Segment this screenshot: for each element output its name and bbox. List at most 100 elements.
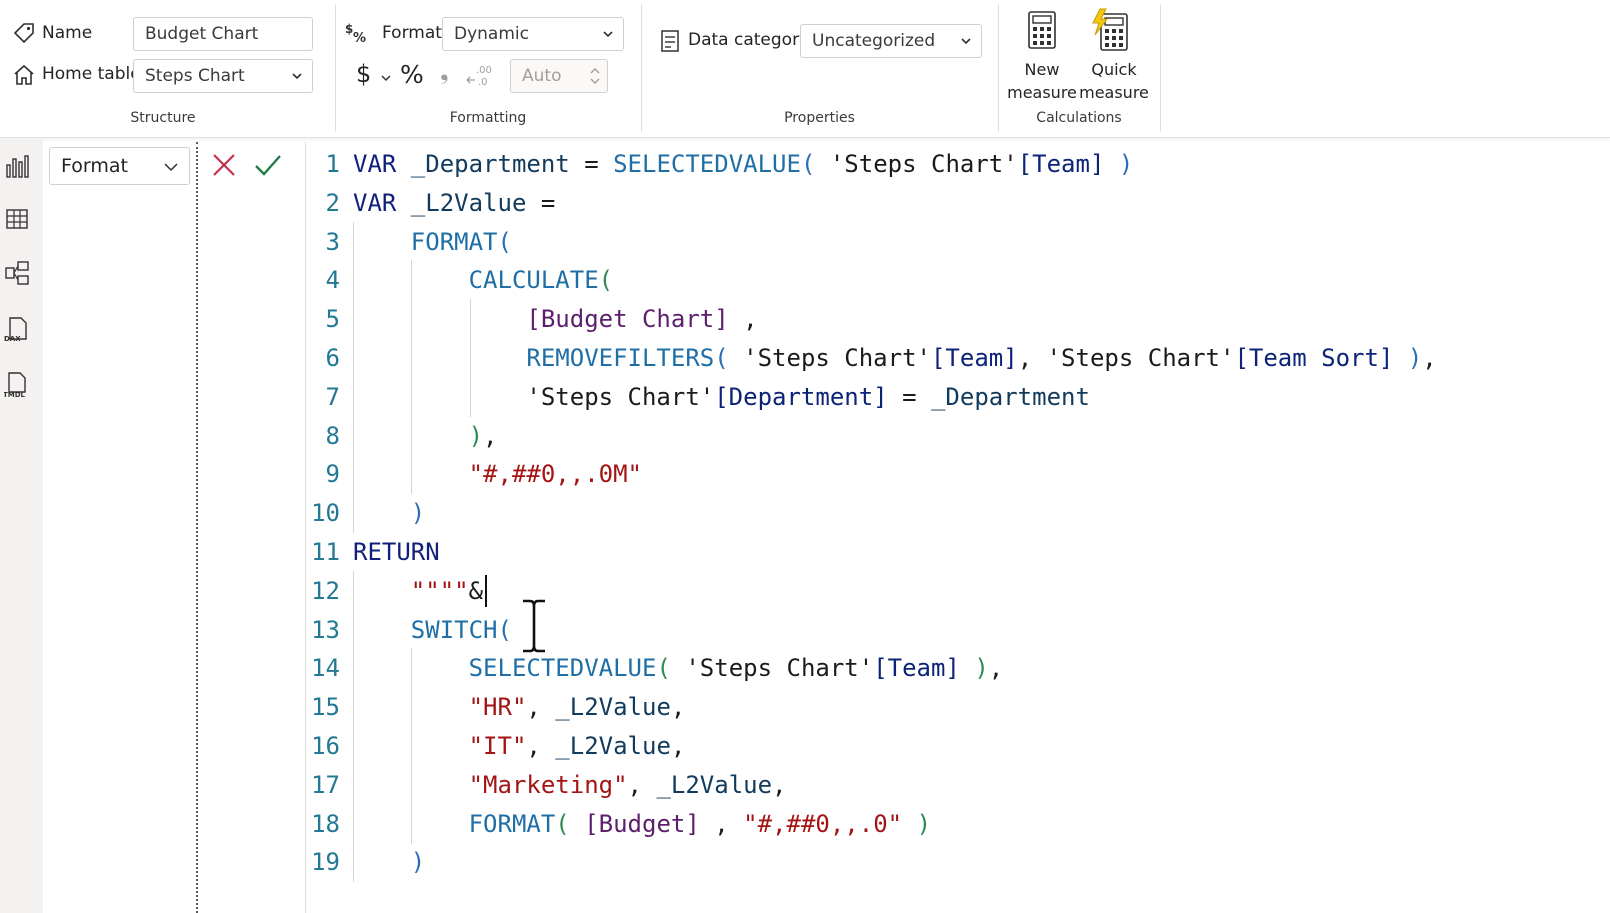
code-token: FORMAT (468, 809, 556, 838)
code-token: ) (468, 421, 484, 450)
formatting-group-label: Formatting (449, 110, 527, 126)
svg-text:DAX: DAX (4, 335, 21, 343)
name-input[interactable]: Budget Chart (133, 17, 313, 51)
code-token: , (670, 693, 686, 722)
code-line[interactable]: 15 "HR", _L2Value, (306, 687, 1606, 728)
code-token: CALCULATE (468, 266, 599, 295)
code-text: ) (353, 493, 425, 533)
code-line[interactable]: 6 REMOVEFILTERS( 'Steps Chart'[Team], 'S… (306, 338, 1606, 378)
percent-button[interactable]: % (400, 60, 424, 89)
code-token: ) (916, 809, 932, 838)
comma-style-button[interactable]: ❟ (440, 60, 449, 85)
code-token: _Department (930, 382, 1090, 411)
code-token: , (627, 770, 657, 799)
code-line[interactable]: 12 """"& (306, 570, 1606, 611)
report-view-icon[interactable] (4, 153, 30, 181)
code-text: "Marketing", _L2Value, (353, 765, 787, 805)
format-select[interactable]: Dynamic (442, 17, 624, 51)
chevron-down-icon (603, 31, 613, 38)
code-token: ( (555, 809, 570, 838)
measure-property-select[interactable]: Format (49, 147, 190, 185)
code-token: ) (410, 848, 426, 877)
dax-code-editor[interactable]: 1 VAR _Department = SELECTEDVALUE( 'Steps… (306, 142, 1610, 913)
code-token: ) (1118, 150, 1134, 178)
code-token: RETURN (353, 538, 440, 566)
code-line[interactable]: 5 [Budget Chart] , (306, 299, 1606, 340)
line-number: 17 (311, 770, 340, 799)
chevron-down-icon[interactable] (380, 73, 392, 83)
code-token: [Budget] (584, 809, 700, 838)
code-text: FORMAT( (353, 222, 512, 262)
code-line[interactable]: 11 RETURN (306, 532, 1606, 572)
code-text: CALCULATE( (353, 260, 614, 300)
code-line[interactable]: 17 "Marketing", _L2Value, (306, 764, 1606, 805)
splitter-handle[interactable] (196, 142, 198, 913)
dax-query-view-icon[interactable]: DAX (4, 315, 30, 343)
code-text: 'Steps Chart'[Department] = _Department (353, 377, 1090, 417)
code-line[interactable]: 10 ) (306, 493, 1606, 534)
code-token: 'Steps Chart' (743, 344, 931, 372)
decrease-decimal-icon[interactable]: .00 .0 (464, 62, 494, 88)
quick-measure-button[interactable]: Quick measure (1079, 6, 1149, 104)
code-line[interactable]: 9 "#,##0,,.0M" (306, 454, 1606, 495)
svg-text:TMDL: TMDL (4, 391, 26, 398)
code-line[interactable]: 8 ), (306, 415, 1606, 456)
code-token: [Team Sort] (1234, 344, 1394, 372)
line-number: 14 (311, 654, 340, 683)
code-token: VAR (353, 188, 411, 217)
quick-measure-label-2: measure (1079, 83, 1149, 102)
code-token: = (887, 382, 931, 411)
decimal-places-stepper[interactable]: Auto (510, 59, 608, 93)
code-token: ) (410, 499, 426, 528)
data-category-label: Data category (688, 30, 810, 50)
line-number: 19 (311, 848, 340, 877)
line-number: 4 (325, 266, 340, 295)
calculations-group-label: Calculations (1036, 110, 1122, 126)
tmdl-view-icon[interactable]: TMDL (4, 370, 30, 398)
currency-button[interactable]: $ (356, 60, 371, 88)
code-line[interactable]: 2 VAR _L2Value = (306, 183, 1606, 223)
code-line[interactable]: 14 SELECTEDVALUE( 'Steps Chart'[Team] ), (306, 648, 1606, 689)
line-number: 12 (311, 576, 340, 605)
code-line[interactable]: 7 'Steps Chart'[Department] = _Departmen… (306, 376, 1606, 417)
home-table-select[interactable]: Steps Chart (133, 59, 313, 93)
code-token: [Department] (714, 382, 888, 411)
structure-group-label: Structure (130, 110, 196, 126)
quick-measure-label-1: Quick (1091, 60, 1137, 79)
code-token: ( (714, 344, 729, 372)
data-category-select[interactable]: Uncategorized (800, 24, 982, 58)
code-token: 'Steps Chart' (829, 150, 1018, 178)
new-measure-button[interactable]: New measure (1007, 6, 1077, 104)
code-token: 'Steps Chart' (685, 654, 874, 683)
code-line[interactable]: 1 VAR _Department = SELECTEDVALUE( 'Steps… (306, 144, 1606, 184)
properties-group-label: Properties (784, 110, 855, 126)
code-line[interactable]: 16 "IT", _L2Value, (306, 726, 1606, 766)
table-view-icon[interactable] (4, 205, 30, 233)
measure-property-value: Format (61, 155, 128, 177)
text-caret (485, 574, 488, 607)
stepper-arrows-icon[interactable] (589, 65, 601, 87)
code-token: , (728, 305, 758, 334)
chevron-down-icon (292, 73, 302, 80)
code-token: [Team] (930, 344, 1018, 372)
properties-group: Data category Uncategorized Properties (642, 0, 997, 138)
code-line[interactable]: 19 ) (306, 842, 1606, 883)
line-number: 9 (325, 460, 340, 489)
cancel-icon[interactable] (210, 151, 238, 179)
code-line[interactable]: 4 CALCULATE( (306, 260, 1606, 301)
code-token: , (699, 809, 744, 838)
code-line[interactable]: 18 FORMAT( [Budget] , "#,##0,,.0" ) (306, 803, 1606, 844)
code-line[interactable]: 3 FORMAT( (306, 221, 1606, 262)
code-token: ( (497, 615, 512, 644)
commit-check-icon[interactable] (253, 151, 283, 179)
code-line[interactable]: 13 SWITCH( (306, 609, 1606, 650)
model-view-icon[interactable] (4, 259, 30, 287)
